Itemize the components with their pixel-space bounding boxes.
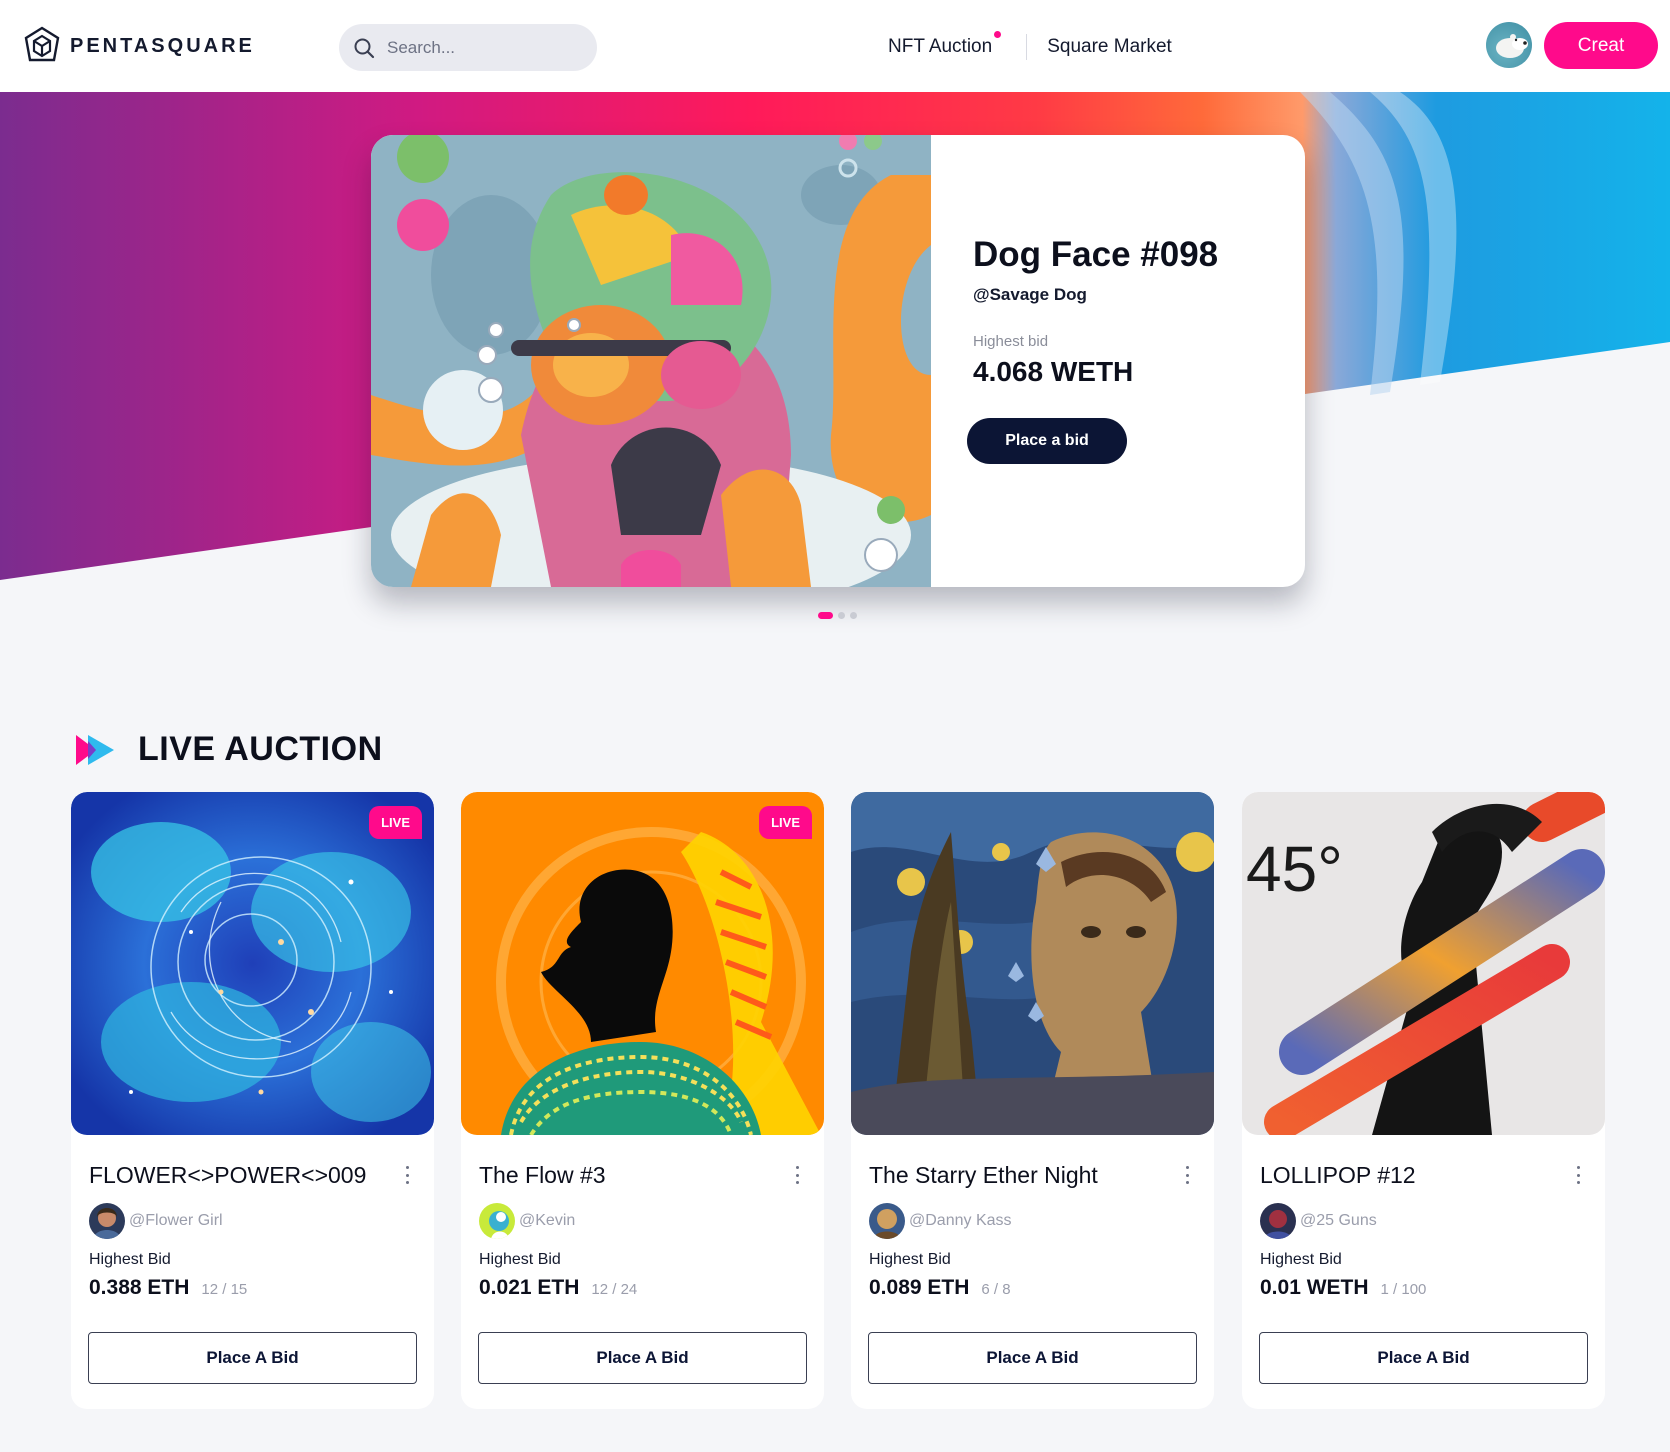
owner-avatar (869, 1203, 905, 1239)
card-bid-label: Highest Bid (89, 1251, 171, 1268)
nav-item-label: NFT Auction (888, 36, 993, 57)
auction-card[interactable]: LIVE The Flow #3 @Kevin Highest Bid 0.02… (461, 792, 824, 1409)
carousel-dot-active[interactable] (818, 612, 833, 619)
more-options-icon[interactable] (796, 1166, 800, 1184)
card-bid: 0.388 ETH 12 / 15 (89, 1276, 247, 1300)
auction-card[interactable]: The Starry Ether Night @Danny Kass Highe… (851, 792, 1214, 1409)
card-image[interactable]: LIVE (71, 792, 434, 1135)
dog-face-artwork-image[interactable] (371, 135, 931, 587)
pentagon-cube-logo-icon (24, 26, 60, 62)
live-badge: LIVE (759, 806, 812, 839)
featured-bid-value: 4.068 WETH (973, 356, 1134, 387)
place-bid-button[interactable]: Place A Bid (868, 1332, 1197, 1384)
card-edition: 12 / 24 (591, 1281, 638, 1298)
notification-dot (994, 31, 1002, 38)
brand-logo[interactable]: PENTASQUARE (24, 26, 255, 66)
flower-power-artwork-image (71, 792, 434, 1135)
card-bid-label: Highest Bid (479, 1251, 561, 1268)
card-owner[interactable]: @Flower Girl (89, 1203, 223, 1239)
more-options-icon[interactable] (1186, 1166, 1190, 1184)
search-bar[interactable] (339, 24, 597, 71)
owner-avatar (89, 1203, 125, 1239)
more-options-icon[interactable] (1577, 1166, 1581, 1184)
nav-item-nft-auction[interactable]: NFT Auction (888, 31, 1002, 58)
card-image[interactable]: LIVE (461, 792, 824, 1135)
owner-avatar (1260, 1203, 1296, 1239)
art-degree-text: 45° (1246, 833, 1343, 905)
owner-avatar (479, 1203, 515, 1239)
user-avatar[interactable] (1486, 22, 1532, 68)
card-image[interactable]: 45° (1242, 792, 1605, 1135)
place-bid-button[interactable]: Place A Bid (88, 1332, 417, 1384)
section-title: LIVE AUCTION (138, 730, 383, 768)
card-title[interactable]: The Flow #3 (479, 1162, 606, 1189)
brand-name: PENTASQUARE (70, 34, 255, 57)
card-edition: 6 / 8 (981, 1281, 1011, 1298)
search-icon (354, 38, 375, 58)
auction-card-list: LIVE FLOWER<>POWER<>009 @Flower Girl Hig… (71, 792, 1605, 1409)
featured-auction-info: Dog Face #098 @Savage Dog Highest bid 4.… (967, 235, 1219, 464)
nav-item-square-market[interactable]: Square Market (1047, 36, 1172, 58)
nav-divider (1026, 34, 1028, 60)
card-bid-value: 0.388 ETH (89, 1276, 190, 1299)
card-edition: 1 / 100 (1380, 1281, 1427, 1298)
card-owner[interactable]: @25 Guns (1260, 1203, 1377, 1239)
owner-name: @Flower Girl (129, 1212, 223, 1229)
featured-owner[interactable]: @Savage Dog (973, 285, 1218, 305)
place-bid-button[interactable]: Place A Bid (478, 1332, 807, 1384)
create-button[interactable]: Creat (1544, 22, 1658, 69)
main-nav: NFT Auction Square Market (888, 31, 1172, 60)
card-bid: 0.01 WETH 1 / 100 (1260, 1276, 1426, 1300)
search-input[interactable] (387, 37, 577, 58)
place-bid-button[interactable]: Place A Bid (1259, 1332, 1588, 1384)
more-options-icon[interactable] (406, 1166, 410, 1184)
the-flow-artwork-image (461, 792, 824, 1135)
card-title[interactable]: LOLLIPOP #12 (1260, 1162, 1416, 1189)
carousel-dot[interactable] (838, 612, 845, 619)
card-bid-label: Highest Bid (869, 1251, 951, 1268)
place-bid-button[interactable]: Place a bid (967, 418, 1127, 464)
featured-auction-card[interactable]: Dog Face #098 @Savage Dog Highest bid 4.… (371, 135, 1305, 587)
card-edition: 12 / 15 (201, 1281, 248, 1298)
carousel-indicators (818, 612, 857, 619)
owner-name: @Danny Kass (909, 1212, 1012, 1229)
owner-name: @Kevin (519, 1212, 576, 1229)
card-bid-value: 0.089 ETH (869, 1276, 970, 1299)
top-header: PENTASQUARE NFT Auction Square Market Cr… (0, 0, 1670, 92)
live-auction-header: LIVE AUCTION (76, 730, 383, 769)
card-title[interactable]: The Starry Ether Night (869, 1162, 1098, 1189)
card-bid-label: Highest Bid (1260, 1251, 1342, 1268)
nav-item-label: Square Market (1047, 36, 1172, 57)
card-title[interactable]: FLOWER<>POWER<>009 (89, 1162, 366, 1189)
starry-ether-night-artwork-image (851, 792, 1214, 1135)
featured-title: Dog Face #098 (973, 235, 1219, 274)
auction-card[interactable]: 45° LOLLIPOP #12 @25 Guns Highest Bid 0.… (1242, 792, 1605, 1409)
card-bid: 0.089 ETH 6 / 8 (869, 1276, 1011, 1300)
owner-name: @25 Guns (1300, 1212, 1377, 1229)
carousel-dot[interactable] (850, 612, 857, 619)
featured-bid-label: Highest bid (973, 333, 1049, 350)
live-badge: LIVE (369, 806, 422, 839)
card-bid-value: 0.01 WETH (1260, 1276, 1369, 1299)
play-forward-icon (76, 734, 114, 765)
card-bid-value: 0.021 ETH (479, 1276, 580, 1299)
card-bid: 0.021 ETH 12 / 24 (479, 1276, 637, 1300)
polar-bear-avatar-icon (1496, 34, 1528, 58)
card-owner[interactable]: @Danny Kass (869, 1203, 1012, 1239)
card-image[interactable] (851, 792, 1214, 1135)
card-owner[interactable]: @Kevin (479, 1203, 575, 1239)
auction-card[interactable]: LIVE FLOWER<>POWER<>009 @Flower Girl Hig… (71, 792, 434, 1409)
